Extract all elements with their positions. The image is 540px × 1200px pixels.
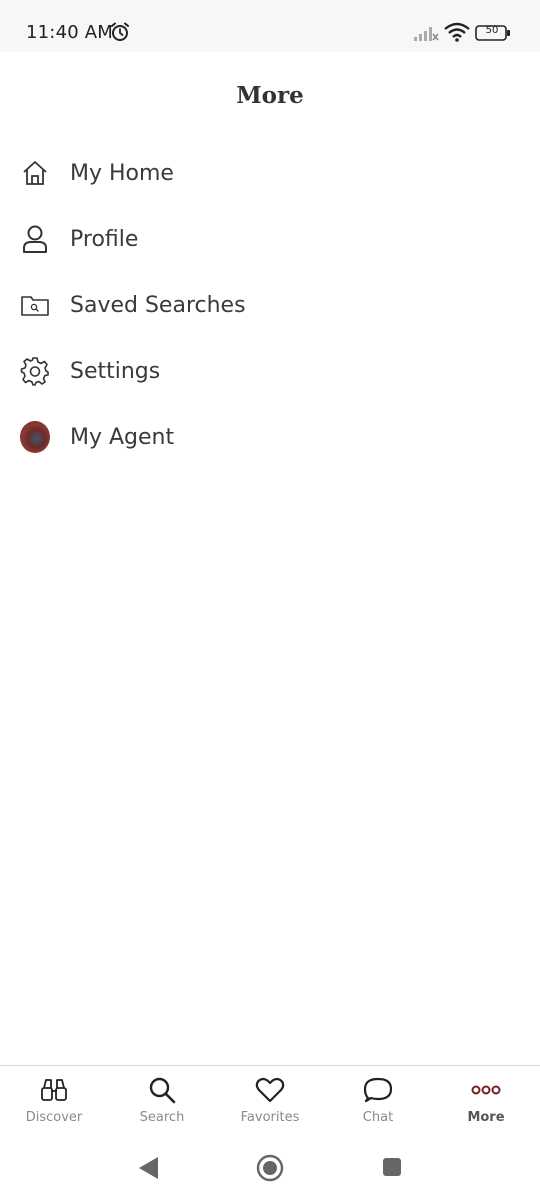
more-dots-icon bbox=[471, 1076, 501, 1104]
menu-item-label: Profile bbox=[70, 226, 139, 252]
home-nav-icon[interactable] bbox=[256, 1154, 284, 1182]
tab-favorites[interactable]: Favorites bbox=[216, 1066, 324, 1136]
more-menu: My Home Profile Saved Searches Settings … bbox=[0, 140, 540, 470]
system-nav-bar bbox=[0, 1136, 540, 1200]
menu-item-saved-searches[interactable]: Saved Searches bbox=[0, 272, 540, 338]
tab-discover[interactable]: Discover bbox=[0, 1066, 108, 1136]
tab-search[interactable]: Search bbox=[108, 1066, 216, 1136]
folder-search-icon bbox=[20, 290, 50, 320]
menu-item-label: Settings bbox=[70, 358, 161, 384]
menu-item-my-agent[interactable]: My Agent bbox=[0, 404, 540, 470]
heart-icon bbox=[255, 1076, 285, 1104]
tab-chat[interactable]: Chat bbox=[324, 1066, 432, 1136]
agent-avatar bbox=[20, 421, 50, 453]
tab-label: Favorites bbox=[240, 1110, 300, 1125]
tab-label: Chat bbox=[362, 1110, 394, 1125]
signal-icon bbox=[414, 27, 439, 41]
back-icon[interactable] bbox=[136, 1155, 160, 1181]
menu-item-label: My Home bbox=[70, 160, 174, 186]
gear-icon bbox=[20, 356, 50, 386]
recents-icon[interactable] bbox=[382, 1157, 402, 1177]
binoculars-icon bbox=[39, 1076, 69, 1104]
tab-more[interactable]: More bbox=[432, 1066, 540, 1136]
tab-label: Search bbox=[139, 1110, 185, 1125]
bottom-tab-bar: Discover Search Favorites Chat More bbox=[0, 1065, 540, 1136]
menu-item-settings[interactable]: Settings bbox=[0, 338, 540, 404]
tab-label: More bbox=[467, 1110, 505, 1125]
chat-bubble-icon bbox=[363, 1076, 393, 1104]
status-time: 11:40 AM bbox=[26, 22, 114, 43]
home-icon bbox=[20, 158, 50, 188]
menu-item-label: Saved Searches bbox=[70, 292, 246, 318]
menu-item-my-home[interactable]: My Home bbox=[0, 140, 540, 206]
menu-item-label: My Agent bbox=[70, 424, 175, 450]
alarm-icon bbox=[111, 22, 129, 41]
page-title: More bbox=[236, 82, 304, 109]
menu-item-profile[interactable]: Profile bbox=[0, 206, 540, 272]
tab-label: Discover bbox=[25, 1110, 83, 1125]
battery-level: 50 bbox=[485, 25, 499, 36]
status-bar: 11:40 AM 50 bbox=[0, 0, 540, 52]
profile-icon bbox=[20, 224, 50, 254]
wifi-icon bbox=[444, 22, 470, 42]
search-icon bbox=[147, 1076, 177, 1104]
